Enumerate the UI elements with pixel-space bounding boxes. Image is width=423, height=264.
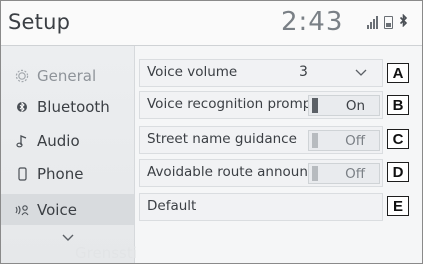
chevron-down-icon[interactable] xyxy=(61,231,75,245)
toggle-indicator xyxy=(312,166,318,181)
battery-icon xyxy=(384,15,393,29)
header-bar: Setup 2:43 xyxy=(1,1,422,46)
sidebar-item-phone[interactable]: Phone xyxy=(1,158,134,189)
sidebar-item-label: General xyxy=(37,66,97,85)
toggle-state: Off xyxy=(345,166,365,182)
voice-volume-row[interactable]: Voice volume 3 xyxy=(139,59,383,87)
sidebar-item-label: Voice xyxy=(37,200,77,219)
sidebar-item-voice[interactable]: Voice xyxy=(1,194,134,225)
voice-volume-value: 3 xyxy=(299,64,308,80)
music-note-icon xyxy=(13,132,31,150)
sidebar-item-label: Audio xyxy=(37,131,80,150)
voice-recognition-prompts-row[interactable]: Voice recognition prompts On xyxy=(139,91,383,119)
callout-c: C xyxy=(387,129,409,149)
avoidable-route-announcement-toggle[interactable]: Off xyxy=(308,163,380,184)
sidebar-item-bluetooth[interactable]: Bluetooth xyxy=(1,91,134,122)
sidebar-item-label: Phone xyxy=(37,164,84,183)
street-name-guidance-label: Street name guidance xyxy=(147,131,297,147)
phone-icon xyxy=(13,165,31,183)
street-name-guidance-row[interactable]: Street name guidance Off xyxy=(139,126,383,154)
clock: 2:43 xyxy=(281,7,344,37)
street-name-guidance-toggle[interactable]: Off xyxy=(308,130,380,151)
callout-d: D xyxy=(387,162,409,182)
signal-strength-icon xyxy=(367,15,378,29)
status-icons xyxy=(367,13,408,30)
callout-b: B xyxy=(387,95,409,115)
avoidable-route-announcement-row[interactable]: Avoidable route announcement Off xyxy=(139,159,383,187)
voice-recognition-prompts-toggle[interactable]: On xyxy=(308,95,380,116)
toggle-indicator xyxy=(312,133,318,148)
callout-e: E xyxy=(387,196,409,216)
sidebar-item-label: Bluetooth xyxy=(37,97,110,116)
default-label: Default xyxy=(147,198,197,214)
sidebar-item-general[interactable]: General xyxy=(1,60,134,91)
voice-volume-label: Voice volume xyxy=(147,64,238,80)
toggle-state: Off xyxy=(345,133,365,149)
toggle-state: On xyxy=(345,98,365,114)
voice-icon xyxy=(13,201,31,219)
page-title: Setup xyxy=(8,10,71,34)
gear-icon xyxy=(13,67,31,85)
setup-screen: Setup 2:43 General Bluetooth Audio Phone… xyxy=(0,0,423,264)
callout-a: A xyxy=(387,63,409,83)
bluetooth-status-icon xyxy=(399,13,408,30)
bluetooth-icon xyxy=(13,98,31,116)
voice-recognition-prompts-label: Voice recognition prompts xyxy=(147,96,324,112)
toggle-indicator xyxy=(312,98,318,113)
default-row[interactable]: Default xyxy=(139,193,383,221)
watermark: Grenssti xyxy=(75,244,137,262)
chevron-down-icon[interactable] xyxy=(355,68,367,78)
sidebar-item-audio[interactable]: Audio xyxy=(1,125,134,156)
